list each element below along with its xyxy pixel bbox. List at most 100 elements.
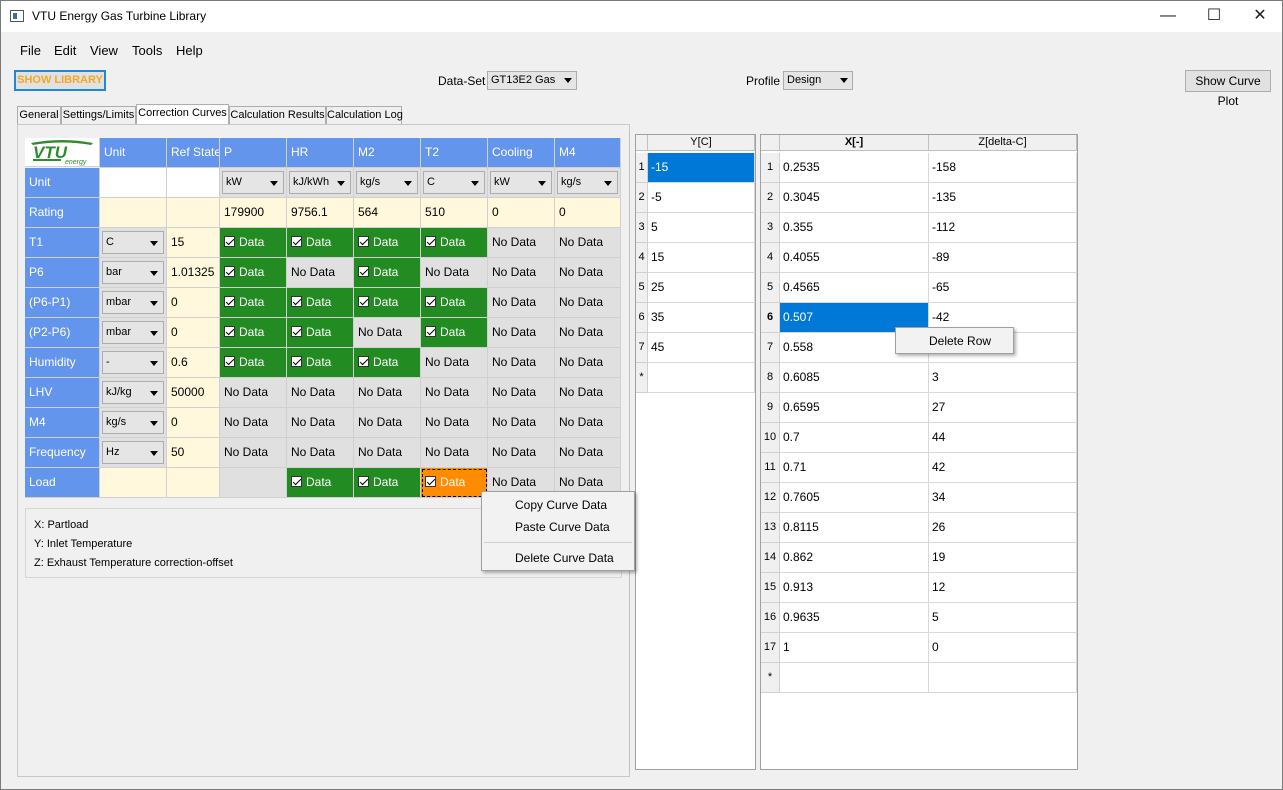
curve-cell[interactable]: Data — [354, 228, 421, 258]
curve-cell[interactable]: No Data — [555, 258, 621, 288]
delete-row-item[interactable]: Delete Row — [896, 334, 1013, 348]
menu-view[interactable]: View — [90, 43, 118, 58]
unit-select-cell[interactable]: mbar — [100, 318, 167, 348]
paste-curve-data-item[interactable]: Paste Curve Data — [482, 520, 634, 534]
y-value-cell[interactable]: 45 — [648, 333, 755, 363]
corner-cell[interactable] — [761, 135, 780, 151]
curve-cell[interactable]: Data — [287, 348, 354, 378]
curve-cell[interactable]: Data — [220, 318, 287, 348]
row-number[interactable]: 1 — [636, 153, 648, 183]
row-number[interactable]: 15 — [761, 573, 780, 603]
unit-select-cell[interactable]: kJ/kWh — [287, 168, 354, 198]
x-value-cell[interactable]: 0.4055 — [780, 243, 929, 273]
rating-cell[interactable]: 9756.1 — [287, 198, 354, 228]
unit-select[interactable]: C — [102, 231, 164, 254]
curve-cell[interactable] — [220, 468, 287, 498]
curve-cell[interactable]: No Data — [488, 288, 555, 318]
curve-cell[interactable]: No Data — [287, 438, 354, 468]
z-value-cell[interactable]: 3 — [929, 363, 1077, 393]
curve-cell[interactable]: No Data — [421, 438, 488, 468]
ref-state-cell[interactable]: 0 — [167, 288, 220, 318]
checkbox-icon[interactable] — [291, 356, 302, 367]
z-column-header[interactable]: Z[delta-C] — [929, 135, 1077, 151]
curve-cell[interactable]: No Data — [555, 408, 621, 438]
new-row-marker[interactable]: * — [636, 363, 648, 393]
z-value-cell[interactable]: 26 — [929, 513, 1077, 543]
curve-cell[interactable]: No Data — [488, 348, 555, 378]
ref-state-cell[interactable] — [167, 468, 220, 498]
row-number[interactable]: 12 — [761, 483, 780, 513]
z-value-cell[interactable]: 12 — [929, 573, 1077, 603]
row-number[interactable]: 4 — [761, 243, 780, 273]
curve-cell[interactable]: No Data — [354, 318, 421, 348]
curve-cell[interactable]: Data — [220, 258, 287, 288]
curve-cell[interactable]: Data — [287, 468, 354, 498]
rating-cell[interactable]: 0 — [555, 198, 621, 228]
unit-select[interactable]: bar — [102, 261, 164, 284]
checkbox-icon[interactable] — [224, 326, 235, 337]
z-value-cell[interactable]: 44 — [929, 423, 1077, 453]
rating-cell[interactable]: 0 — [488, 198, 555, 228]
unit-select-cell[interactable]: bar — [100, 258, 167, 288]
row-number[interactable]: 2 — [761, 183, 780, 213]
unit-select-cell[interactable]: C — [100, 228, 167, 258]
checkbox-icon[interactable] — [358, 476, 369, 487]
dataset-select[interactable]: GT13E2 Gas — [487, 71, 577, 90]
checkbox-icon[interactable] — [425, 296, 436, 307]
row-number[interactable]: 7 — [761, 333, 780, 363]
curve-cell[interactable]: Data — [421, 228, 488, 258]
row-number[interactable]: 5 — [636, 273, 648, 303]
unit-select[interactable]: kJ/kg — [102, 381, 164, 404]
curve-cell[interactable]: No Data — [354, 378, 421, 408]
x-value-cell[interactable]: 0.4565 — [780, 273, 929, 303]
y-value-cell[interactable]: 25 — [648, 273, 755, 303]
curve-cell[interactable]: No Data — [421, 378, 488, 408]
curve-cell[interactable]: No Data — [354, 438, 421, 468]
tab-general[interactable]: General — [17, 106, 61, 125]
curve-cell[interactable]: Data — [287, 228, 354, 258]
checkbox-icon[interactable] — [358, 356, 369, 367]
curve-cell[interactable]: No Data — [220, 378, 287, 408]
unit-select[interactable]: C — [423, 171, 485, 194]
curve-cell[interactable]: Data — [220, 348, 287, 378]
ref-state-cell[interactable]: 1.01325 — [167, 258, 220, 288]
curve-cell[interactable]: Data — [421, 318, 488, 348]
unit-select-cell[interactable]: mbar — [100, 288, 167, 318]
unit-select-cell[interactable] — [100, 468, 167, 498]
curve-cell[interactable]: No Data — [488, 258, 555, 288]
ref-state-cell[interactable]: 50 — [167, 438, 220, 468]
curve-cell[interactable]: No Data — [488, 408, 555, 438]
z-value-cell[interactable]: 5 — [929, 603, 1077, 633]
maximize-button[interactable]: ☐ — [1191, 1, 1237, 31]
unit-select[interactable]: - — [102, 351, 164, 374]
unit-select[interactable]: kg/s — [102, 411, 164, 434]
unit-select-cell[interactable]: C — [421, 168, 488, 198]
row-number[interactable]: 10 — [761, 423, 780, 453]
z-value-cell[interactable]: -65 — [929, 273, 1077, 303]
y-value-cell[interactable]: -15 — [648, 153, 755, 183]
row-number[interactable]: 4 — [636, 243, 648, 273]
unit-select[interactable]: mbar — [102, 321, 164, 344]
y-column-header[interactable]: Y[C] — [648, 135, 755, 151]
x-value-cell[interactable]: 0.3045 — [780, 183, 929, 213]
curve-cell[interactable]: No Data — [555, 288, 621, 318]
unit-select-cell[interactable]: kg/s — [354, 168, 421, 198]
row-number[interactable]: 7 — [636, 333, 648, 363]
row-number[interactable]: 3 — [761, 213, 780, 243]
curve-cell[interactable]: No Data — [555, 318, 621, 348]
checkbox-icon[interactable] — [425, 476, 436, 487]
new-row-cell[interactable] — [929, 663, 1077, 693]
checkbox-icon[interactable] — [291, 326, 302, 337]
y-value-cell[interactable]: 35 — [648, 303, 755, 333]
x-value-cell[interactable]: 0.8115 — [780, 513, 929, 543]
rating-cell[interactable]: 510 — [421, 198, 488, 228]
tab-calculation-log[interactable]: Calculation Log — [326, 106, 403, 125]
x-value-cell[interactable]: 0.355 — [780, 213, 929, 243]
checkbox-icon[interactable] — [358, 236, 369, 247]
y-value-cell[interactable]: -5 — [648, 183, 755, 213]
z-value-cell[interactable]: 19 — [929, 543, 1077, 573]
minimize-button[interactable]: — — [1145, 1, 1191, 31]
row-number[interactable]: 14 — [761, 543, 780, 573]
x-value-cell[interactable]: 1 — [780, 633, 929, 663]
menu-help[interactable]: Help — [176, 43, 203, 58]
